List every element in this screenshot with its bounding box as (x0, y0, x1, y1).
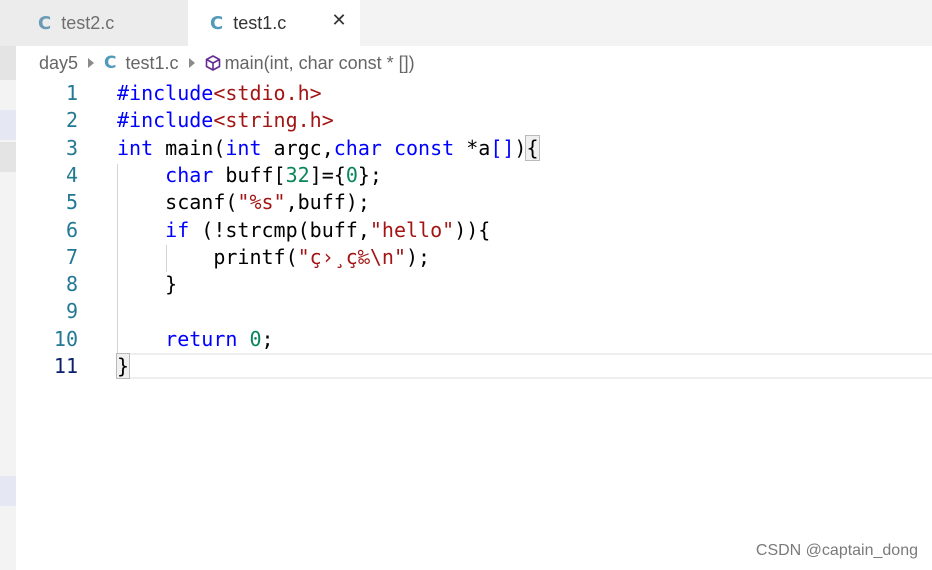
code-token: return (165, 326, 238, 351)
breadcrumb-symbol[interactable]: main(int, char const * []) (205, 53, 415, 74)
code-text: int main(int argc,char const *a[]){ (117, 134, 540, 162)
code-token: ); (406, 244, 431, 269)
code-token: )){ (454, 217, 491, 242)
code-token: #include (117, 108, 214, 133)
code-editor[interactable]: 1 #include<stdio.h> 2 #include<string.h> 3 in… (16, 80, 932, 570)
code-text: scanf("%s",buff); (117, 189, 370, 216)
code-token: 0 (345, 162, 358, 187)
code-line[interactable]: 6 if (!strcmp(buff,"hello")){ (16, 217, 932, 244)
method-cube-icon (205, 55, 220, 71)
code-token: buff[ (213, 162, 286, 187)
strip-mark (0, 46, 16, 80)
chevron-right-icon (188, 58, 195, 68)
code-line[interactable]: 9 (16, 298, 932, 325)
code-text: printf("ç›¸ç‰\n"); (117, 244, 430, 271)
chevron-right-icon (88, 58, 95, 68)
code-token: int (225, 135, 262, 160)
line-number: 1 (65, 81, 78, 105)
code-text: #include<string.h> (117, 107, 334, 134)
breadcrumb-folder[interactable]: day5 (39, 53, 78, 74)
code-token: "ç›¸ç‰\n" (297, 244, 406, 269)
code-token: *a (454, 135, 491, 160)
editor-window: C test2.c C test1.c ✕ day5 C test1.c mai… (0, 0, 932, 570)
code-line[interactable]: 5 scanf("%s",buff); (16, 189, 932, 216)
code-line[interactable]: 11} (16, 353, 932, 380)
tab-label: test2.c (61, 12, 115, 33)
code-token: }; (357, 162, 382, 187)
line-number: 4 (65, 162, 78, 187)
code-text: } (117, 271, 177, 298)
line-number: 3 (65, 135, 78, 160)
code-token: ; (261, 326, 274, 351)
code-token: (!strcmp(buff, (189, 217, 370, 242)
code-token: printf( (117, 244, 298, 269)
code-token: "hello" (369, 217, 455, 242)
line-number: 5 (65, 190, 78, 215)
c-file-icon: C (38, 12, 52, 34)
strip-mark (0, 476, 16, 506)
code-token: const (393, 135, 455, 160)
strip-mark (0, 142, 16, 172)
line-number: 2 (65, 108, 78, 133)
code-token: } (115, 353, 131, 379)
breadcrumb-symbol-label: main(int, char const * []) (224, 52, 415, 73)
activity-strip (0, 46, 16, 570)
code-token: #include (117, 81, 214, 105)
code-text: } (115, 353, 131, 380)
watermark: CSDN @captain_dong (755, 542, 918, 559)
code-token: 0 (249, 326, 262, 351)
tab-label: test1.c (233, 12, 287, 33)
code-token: <string.h> (213, 108, 334, 133)
code-text: if (!strcmp(buff,"hello")){ (117, 217, 490, 244)
tab-test2[interactable]: C test2.c (0, 0, 188, 46)
line-number: 6 (65, 217, 78, 242)
code-text: #include<stdio.h> (117, 80, 322, 107)
code-token: ,buff); (285, 190, 370, 215)
code-token: 32 (285, 162, 310, 187)
c-file-icon: C (104, 53, 117, 73)
code-line[interactable]: 2 #include<string.h> (16, 107, 932, 134)
code-token: char (333, 135, 382, 160)
line-number: 9 (65, 299, 78, 324)
tab-bar: C test2.c C test1.c ✕ (0, 0, 932, 46)
line-number: 7 (65, 244, 78, 269)
code-token: [] (490, 135, 515, 160)
code-line[interactable]: 1 #include<stdio.h> (16, 80, 932, 107)
code-token: } (117, 272, 178, 297)
code-token: main( (153, 135, 226, 160)
code-token: scanf( (117, 190, 238, 215)
code-token: ) (514, 135, 527, 160)
code-token: if (165, 217, 190, 242)
code-text: char buff[32]={0}; (117, 162, 382, 189)
breadcrumb-file[interactable]: C test1.c (104, 53, 179, 74)
code-token: ]={ (309, 162, 346, 187)
code-token: "%s" (237, 190, 286, 215)
line-number: 8 (65, 272, 78, 297)
code-line[interactable]: 8 } (16, 271, 932, 298)
code-line[interactable]: 3 int main(int argc,char const *a[]){ (16, 134, 932, 162)
code-line[interactable]: 10 return 0; (16, 326, 932, 353)
breadcrumb: day5 C test1.c main(int, char const * []… (16, 46, 932, 80)
tab-test1[interactable]: C test1.c ✕ (188, 0, 360, 46)
c-file-icon: C (210, 12, 224, 34)
code-token: int (117, 135, 154, 160)
line-number: 10 (53, 326, 78, 351)
strip-mark (0, 110, 16, 140)
code-token: argc, (261, 135, 334, 160)
code-token: { (525, 134, 540, 161)
code-text: return 0; (117, 326, 274, 353)
code-line[interactable]: 4 char buff[32]={0}; (16, 162, 932, 189)
breadcrumb-file-label: test1.c (125, 52, 179, 73)
line-number: 11 (53, 354, 78, 378)
code-line[interactable]: 7 printf("ç›¸ç‰\n"); (16, 244, 932, 271)
code-token: char (165, 162, 214, 187)
code-token: <stdio.h> (213, 81, 322, 105)
close-icon[interactable]: ✕ (330, 12, 348, 30)
